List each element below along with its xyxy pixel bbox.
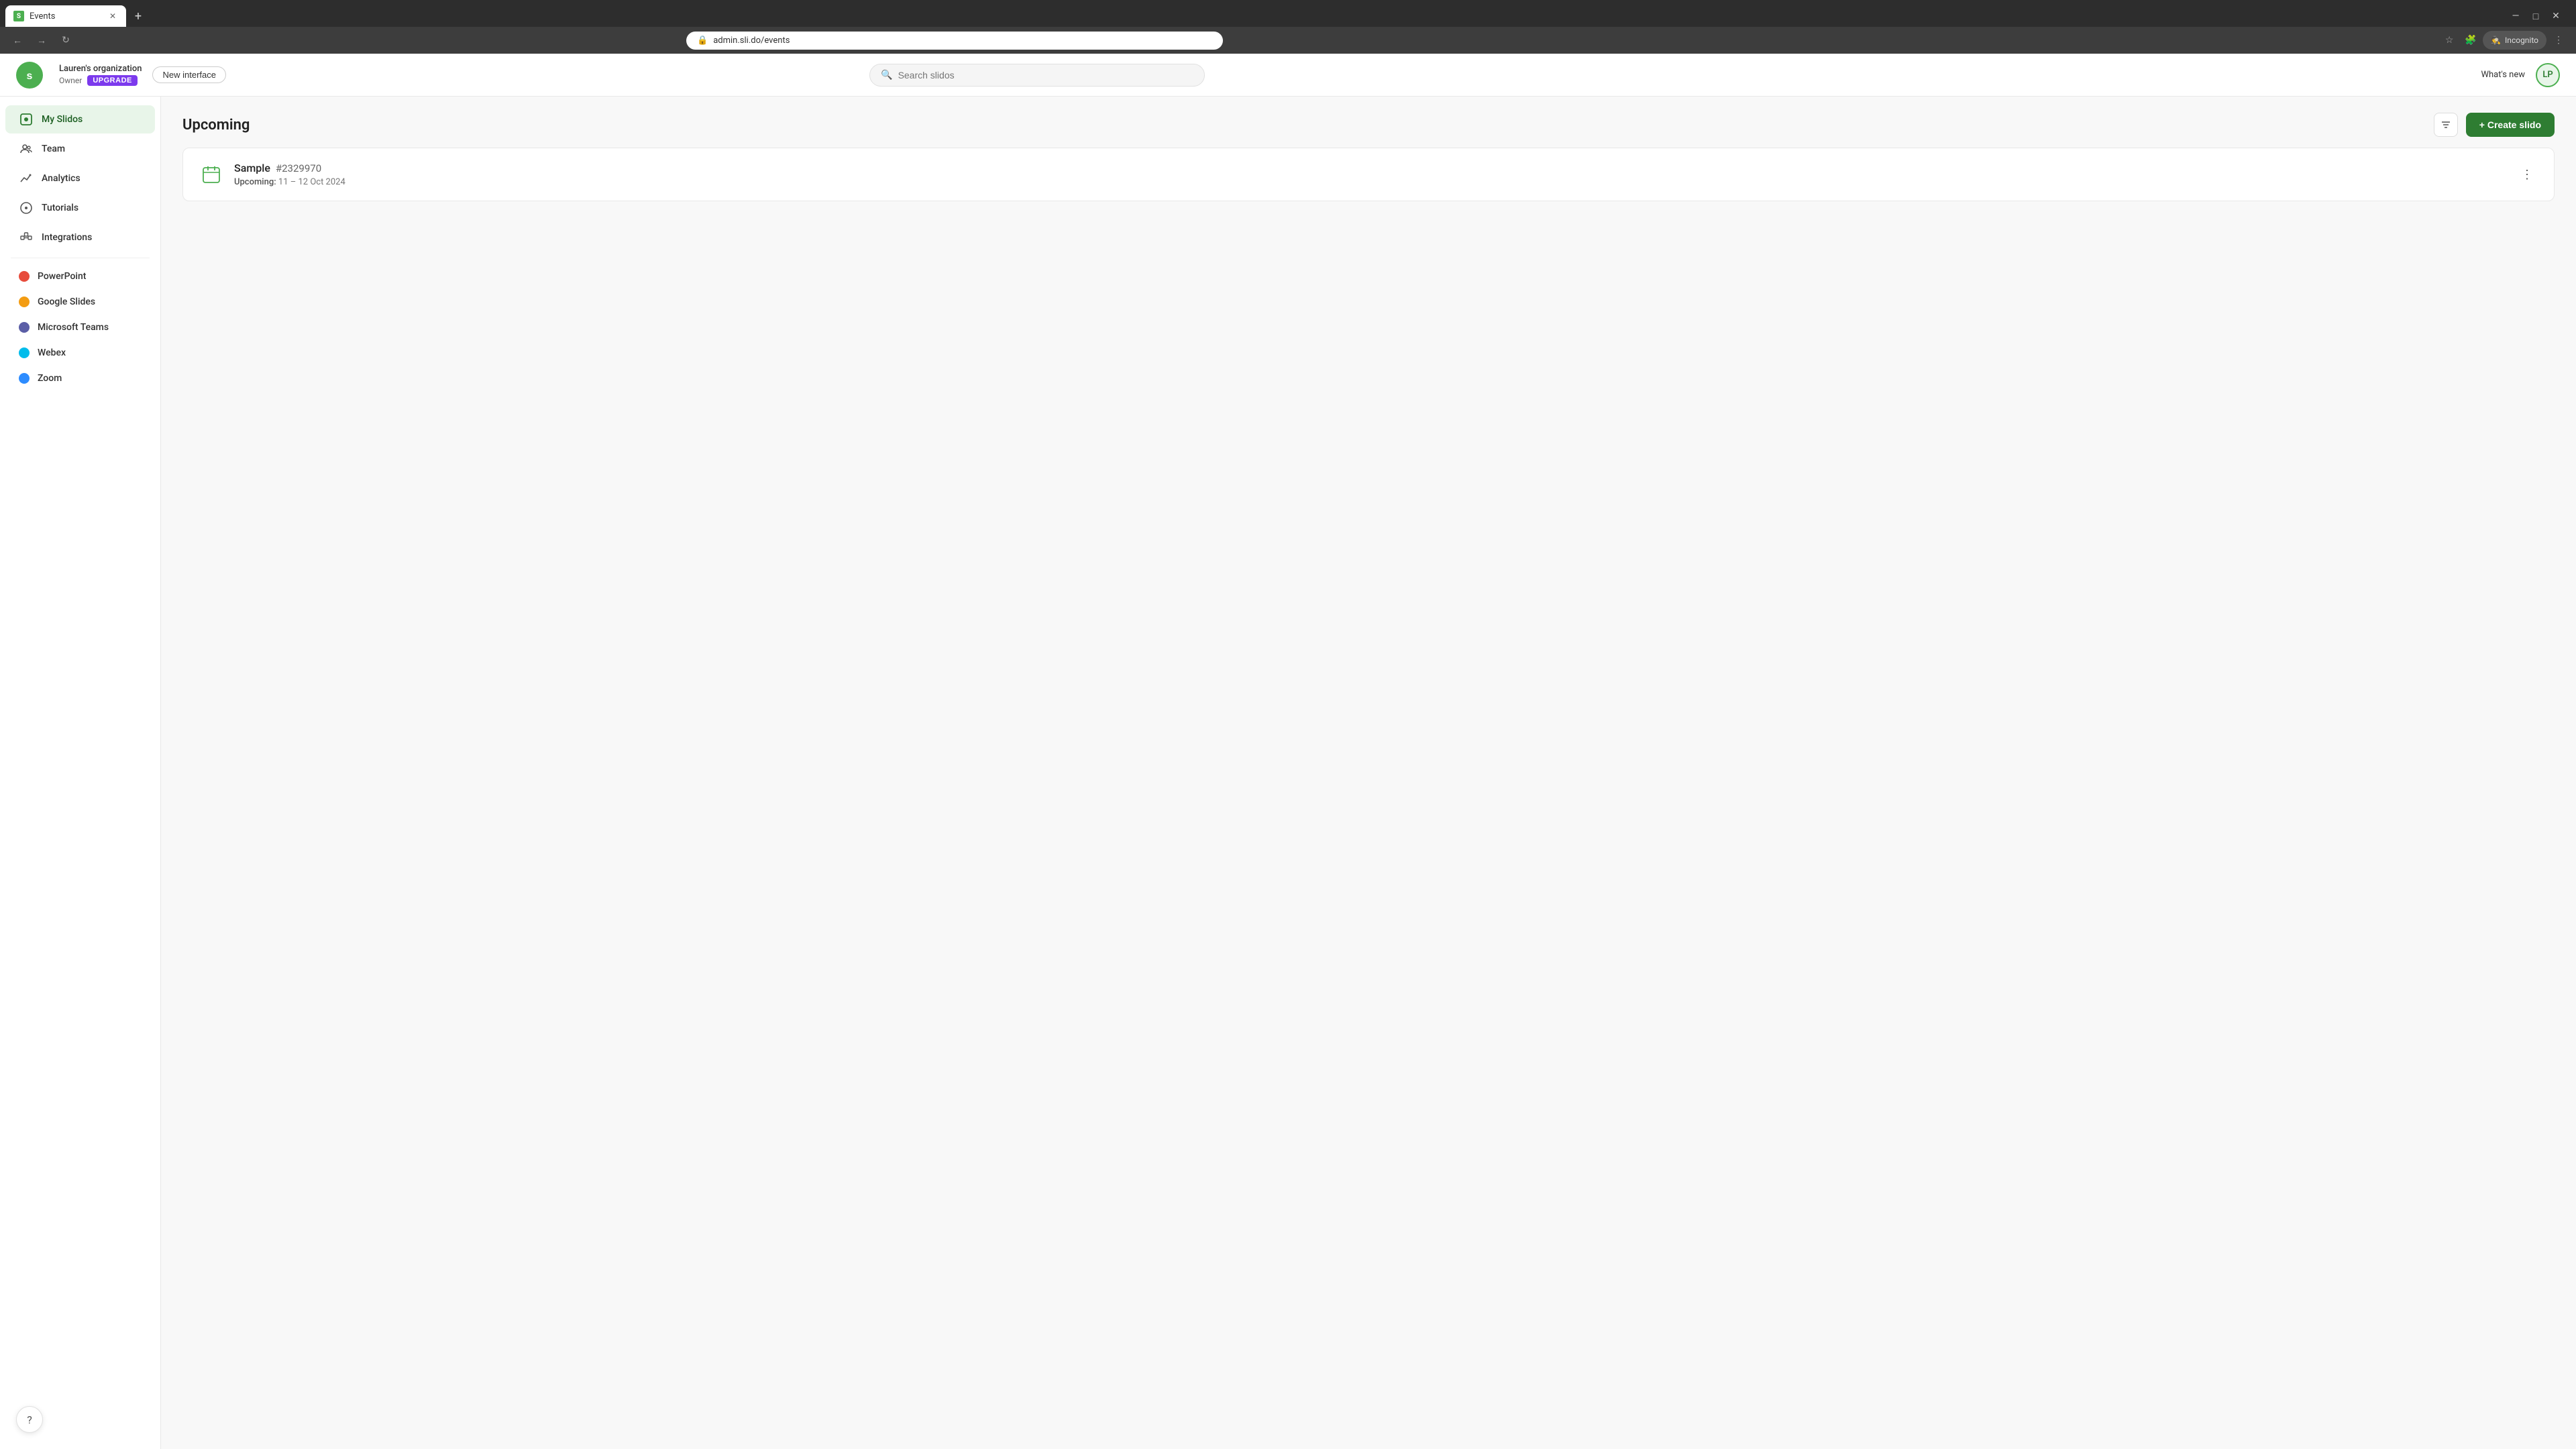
section-title: Upcoming xyxy=(182,117,250,133)
event-menu-button[interactable]: ⋮ xyxy=(2516,164,2538,185)
active-tab[interactable]: S Events ✕ xyxy=(5,5,126,27)
url-text: admin.sli.do/events xyxy=(713,36,790,46)
header-actions: + Create slido xyxy=(2434,113,2555,137)
sidebar-item-zoom[interactable]: Zoom xyxy=(5,366,155,390)
google-slides-icon xyxy=(19,297,30,307)
sidebar-item-microsoft-teams[interactable]: Microsoft Teams xyxy=(5,315,155,339)
calendar-icon xyxy=(199,162,223,186)
browser-chrome: S Events ✕ + — □ ✕ ← → ↻ 🔒 admin.sli.do/… xyxy=(0,0,2576,54)
reload-button[interactable]: ↻ xyxy=(56,31,75,50)
help-button[interactable]: ? xyxy=(16,1406,43,1433)
extensions-icon[interactable]: 🧩 xyxy=(2461,31,2480,50)
logo: s xyxy=(16,62,43,89)
sidebar-item-analytics[interactable]: Analytics xyxy=(5,164,155,193)
event-date-label: Upcoming: xyxy=(234,177,276,187)
sidebar-label-team: Team xyxy=(42,144,65,154)
window-controls: — □ ✕ xyxy=(2501,7,2571,25)
slido-logo-icon: s xyxy=(16,62,43,89)
org-role-row: Owner UPGRADE xyxy=(59,75,142,86)
sidebar-label-powerpoint: PowerPoint xyxy=(38,271,86,282)
search-icon: 🔍 xyxy=(881,70,892,80)
analytics-icon xyxy=(19,171,34,186)
back-button[interactable]: ← xyxy=(8,31,27,50)
my-slidos-icon xyxy=(19,112,34,127)
svg-text:s: s xyxy=(27,70,33,82)
header-search: 🔍 xyxy=(869,64,1205,87)
app-header: s Lauren's organization Owner UPGRADE Ne… xyxy=(0,54,2576,97)
sidebar-label-google-slides: Google Slides xyxy=(38,297,95,307)
sidebar-label-webex: Webex xyxy=(38,347,66,358)
incognito-badge[interactable]: 🕵 Incognito xyxy=(2483,31,2546,50)
minimize-button[interactable]: — xyxy=(2506,7,2525,25)
search-input[interactable] xyxy=(898,70,1194,80)
close-button[interactable]: ✕ xyxy=(2546,7,2565,25)
sidebar-label-integrations: Integrations xyxy=(42,232,92,243)
tab-title: Events xyxy=(30,11,102,21)
avatar[interactable]: LP xyxy=(2536,63,2560,87)
sidebar: My Slidos Team Analytics Tutorials xyxy=(0,97,161,1449)
maximize-button[interactable]: □ xyxy=(2526,7,2545,25)
powerpoint-icon xyxy=(19,271,30,282)
sidebar-label-my-slidos: My Slidos xyxy=(42,114,83,125)
event-info: Sample #2329970 Upcoming: 11 – 12 Oct 20… xyxy=(234,162,2506,187)
sidebar-item-team[interactable]: Team xyxy=(5,135,155,163)
sidebar-label-analytics: Analytics xyxy=(42,173,80,184)
app: s Lauren's organization Owner UPGRADE Ne… xyxy=(0,54,2576,1449)
tab-favicon: S xyxy=(13,11,24,21)
sidebar-item-powerpoint[interactable]: PowerPoint xyxy=(5,264,155,288)
sidebar-item-integrations[interactable]: Integrations xyxy=(5,223,155,252)
team-icon xyxy=(19,142,34,156)
sidebar-label-tutorials: Tutorials xyxy=(42,203,78,213)
create-slido-button[interactable]: + Create slido xyxy=(2466,113,2555,137)
address-actions: ☆ 🧩 🕵 Incognito ⋮ xyxy=(2440,31,2568,50)
incognito-icon: 🕵 xyxy=(2491,36,2501,45)
tutorials-icon xyxy=(19,201,34,215)
upgrade-button[interactable]: UPGRADE xyxy=(87,75,138,86)
new-tab-button[interactable]: + xyxy=(129,7,148,25)
event-date-range: 11 – 12 Oct 2024 xyxy=(278,177,345,187)
filter-button[interactable] xyxy=(2434,113,2458,137)
org-role: Owner xyxy=(59,76,82,85)
content-header: Upcoming + Create slido xyxy=(161,97,2576,148)
incognito-label: Incognito xyxy=(2505,36,2538,45)
integrations-icon xyxy=(19,230,34,245)
whats-new-link[interactable]: What's new xyxy=(2481,70,2525,80)
url-bar[interactable]: 🔒 admin.sli.do/events xyxy=(686,32,1223,50)
event-name: Sample #2329970 xyxy=(234,162,2506,174)
webex-icon xyxy=(19,347,30,358)
org-name: Lauren's organization xyxy=(59,64,142,74)
org-info: Lauren's organization Owner UPGRADE xyxy=(59,64,142,86)
tab-bar: S Events ✕ + — □ ✕ xyxy=(0,0,2576,27)
event-date: Upcoming: 11 – 12 Oct 2024 xyxy=(234,177,2506,187)
forward-button[interactable]: → xyxy=(32,31,51,50)
event-card[interactable]: Sample #2329970 Upcoming: 11 – 12 Oct 20… xyxy=(182,148,2555,201)
zoom-icon xyxy=(19,373,30,384)
event-id: #2329970 xyxy=(276,162,321,174)
address-bar: ← → ↻ 🔒 admin.sli.do/events ☆ 🧩 🕵 Incogn… xyxy=(0,27,2576,54)
menu-icon[interactable]: ⋮ xyxy=(2549,31,2568,50)
sidebar-label-zoom: Zoom xyxy=(38,373,62,384)
sidebar-item-google-slides[interactable]: Google Slides xyxy=(5,290,155,314)
sidebar-item-webex[interactable]: Webex xyxy=(5,341,155,365)
search-box[interactable]: 🔍 xyxy=(869,64,1205,87)
content-area: Upcoming + Create slido Sample xyxy=(161,97,2576,1449)
new-interface-button[interactable]: New interface xyxy=(152,66,225,83)
main-layout: My Slidos Team Analytics Tutorials xyxy=(0,97,2576,1449)
microsoft-teams-icon xyxy=(19,322,30,333)
tab-close-button[interactable]: ✕ xyxy=(107,11,118,21)
sidebar-item-tutorials[interactable]: Tutorials xyxy=(5,194,155,222)
sidebar-label-microsoft-teams: Microsoft Teams xyxy=(38,322,109,333)
bookmark-icon[interactable]: ☆ xyxy=(2440,31,2459,50)
events-container: Sample #2329970 Upcoming: 11 – 12 Oct 20… xyxy=(161,148,2576,201)
sidebar-item-my-slidos[interactable]: My Slidos xyxy=(5,105,155,133)
